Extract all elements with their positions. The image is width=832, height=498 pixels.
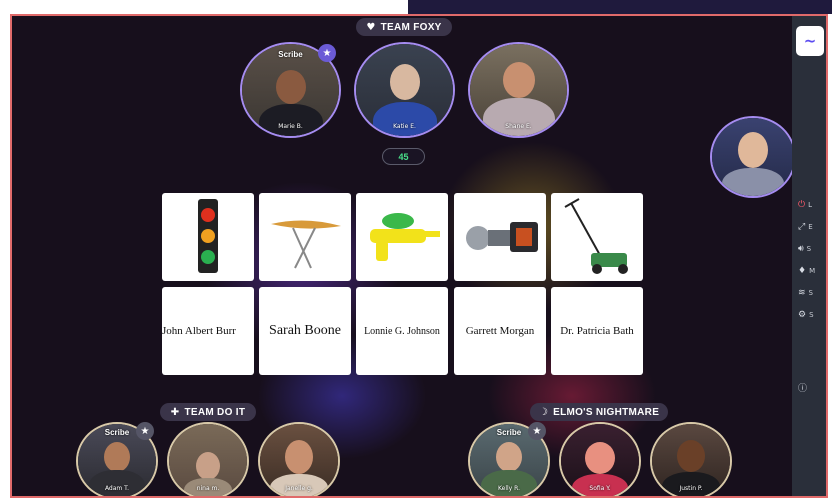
heart-icon: ♥ [366,21,376,33]
mic-icon[interactable]: ♦ M [798,264,824,278]
star-icon[interactable]: ★ [318,44,336,62]
gas-mask-image [466,222,538,252]
participant-name: Marie B. [278,123,303,130]
lawn-mower-image [564,198,628,274]
team-foxy-label: ♥ TEAM FOXY [356,18,452,36]
card-traffic-light[interactable] [162,193,254,281]
card-name-boone[interactable]: Sarah Boone [259,287,351,375]
participant-video-janelle[interactable]: Janelle g. [258,422,340,496]
participant-name: Janelle g. [285,485,313,492]
card-name-bath[interactable]: Dr. Patricia Bath [551,287,643,375]
puzzle-icon: ✚ [170,406,180,418]
top-window-strip [408,0,832,14]
participant-name: Kelly R. [498,485,520,492]
participant-name: Justin P. [679,485,703,492]
host-video[interactable] [710,116,796,198]
speaker-icon[interactable]: 🔊︎ S [798,242,824,256]
game-stage: ♥ TEAM FOXY Scribe Marie B. ★ Katie E. S… [10,14,828,498]
card-ironing-board[interactable] [259,193,351,281]
countdown-timer: 45 [382,148,425,165]
water-gun-image [370,213,440,261]
card-name-johnson[interactable]: Lonnie G. Johnson [356,287,448,375]
card-name-morgan[interactable]: Garrett Morgan [454,287,546,375]
participant-video-justin[interactable]: Justin P. [650,422,732,496]
card-lawn-mower[interactable] [551,193,643,281]
participant-name: Adam T. [104,485,130,492]
participant-name: Sofia Y. [589,485,611,492]
star-icon[interactable]: ★ [528,422,546,440]
wifi-icon[interactable]: ≋ S [798,286,824,300]
control-sidebar: ~ ⏻ L ⤢ E 🔊︎ S ♦ M ≋ S ⚙ S ⓘ [792,16,826,496]
card-water-gun[interactable] [356,193,448,281]
team-elmo-label: ☽ ELMO'S NIGHTMARE [530,403,668,421]
participant-video-katie[interactable]: Katie E. [354,42,455,138]
participant-video-sofia[interactable]: Sofia Y. [559,422,641,496]
expand-icon[interactable]: ⤢ E [798,220,824,234]
traffic-light-image [198,199,218,273]
participant-name: Katie E. [393,123,416,130]
participant-name: nina m. [196,485,220,492]
app-logo[interactable]: ~ [796,26,824,56]
info-icon[interactable]: ⓘ [798,380,824,394]
team-do-it-label: ✚ TEAM DO IT [160,403,256,421]
participant-video-shane[interactable]: Shane E. [468,42,569,138]
participant-video-nina[interactable]: nina m. [167,422,249,496]
leave-icon[interactable]: ⏻ L [798,198,824,212]
ironing-board-image [271,220,341,269]
card-name-burr[interactable]: John Albert Burr [162,287,254,375]
gear-icon[interactable]: ⚙ S [798,308,824,322]
moon-icon: ☽ [538,406,549,418]
card-gas-mask[interactable] [454,193,546,281]
participant-name: Shane E. [505,123,532,130]
star-icon[interactable]: ★ [136,422,154,440]
